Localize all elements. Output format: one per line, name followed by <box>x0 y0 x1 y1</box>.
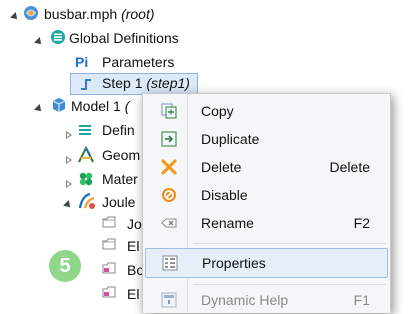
step-label: Step 1 <box>102 75 143 91</box>
root-suffix: (root) <box>121 6 155 22</box>
global-definitions-icon <box>51 30 65 44</box>
disable-label: Disable <box>201 187 248 203</box>
materials-icon <box>79 172 93 186</box>
parameters-icon: Pi <box>75 54 89 70</box>
delete-icon <box>161 159 177 175</box>
menu-separator <box>193 284 386 285</box>
root-label: busbar.mph <box>44 6 118 22</box>
tree-node-joule-heating[interactable]: Joule <box>102 191 135 213</box>
collapse-arrow-icon[interactable] <box>66 156 72 164</box>
materials-label: Mater <box>102 171 138 187</box>
menu-item-duplicate[interactable]: Duplicate <box>143 125 390 153</box>
duplicate-label: Duplicate <box>201 131 260 147</box>
properties-icon <box>162 255 178 271</box>
child-1-label: Jo <box>127 216 142 232</box>
definitions-icon <box>79 125 91 135</box>
disable-icon <box>162 188 176 202</box>
tree-node-model1[interactable]: Model 1 ( <box>71 95 129 117</box>
step-suffix: (step1) <box>146 75 190 91</box>
tree-node-root[interactable]: busbar.mph (root) <box>44 3 155 25</box>
comsol-file-icon <box>24 6 38 20</box>
expand-arrow-icon[interactable] <box>10 12 20 22</box>
menu-item-copy[interactable]: Copy <box>143 97 390 125</box>
delete-label: Delete <box>201 159 242 175</box>
collapse-arrow-icon[interactable] <box>66 180 72 188</box>
child-4-label: El <box>127 286 140 302</box>
definitions-label: Defin <box>102 122 135 138</box>
tree-node-joule-child-1[interactable]: Jo <box>127 213 142 235</box>
model-suffix: ( <box>124 98 130 114</box>
geometry-icon <box>78 145 94 163</box>
joule-label: Joule <box>102 194 136 210</box>
copy-label: Copy <box>201 103 234 119</box>
menu-item-delete[interactable]: Delete Delete <box>143 153 390 181</box>
tree-node-definitions[interactable]: Defin <box>102 119 135 141</box>
joule-heating-icon <box>78 192 95 209</box>
tree-node-global-definitions[interactable]: Global Definitions <box>69 27 179 49</box>
geometry-label: Geom <box>102 147 141 163</box>
expand-arrow-icon[interactable] <box>34 104 44 114</box>
tree-node-geometry[interactable]: Geom <box>102 144 140 166</box>
step-number-badge: 5 <box>49 250 81 282</box>
help-icon <box>161 292 177 308</box>
expand-arrow-icon[interactable] <box>63 200 73 210</box>
tree-node-joule-child-4[interactable]: El <box>127 283 139 305</box>
domain-node-icon <box>102 216 116 228</box>
boundary-node-icon <box>102 262 116 274</box>
collapse-arrow-icon[interactable] <box>66 131 72 139</box>
menu-item-rename[interactable]: Rename F2 <box>143 209 390 237</box>
rename-label: Rename <box>201 215 254 231</box>
menu-item-disable[interactable]: Disable <box>143 181 390 209</box>
parameters-label: Parameters <box>102 54 175 70</box>
child-2-label: El <box>127 238 140 254</box>
menu-separator <box>193 243 386 244</box>
model-icon <box>52 98 66 112</box>
expand-arrow-icon[interactable] <box>34 37 44 47</box>
domain-node-icon <box>102 238 116 250</box>
properties-label: Properties <box>202 255 266 271</box>
tree-node-parameters[interactable]: Parameters <box>102 51 174 73</box>
tree-node-materials[interactable]: Mater <box>102 168 138 190</box>
menu-item-dynamic-help[interactable]: Dynamic Help F1 <box>143 286 390 314</box>
tree-node-step1[interactable]: Step 1 (step1) <box>102 72 190 94</box>
tree-node-joule-child-2[interactable]: El <box>127 235 139 257</box>
rename-icon <box>161 218 177 228</box>
model-label: Model 1 <box>71 98 121 114</box>
context-menu: Copy Duplicate Delete Delete Disable Ren… <box>142 93 391 313</box>
copy-icon <box>161 103 177 119</box>
delete-shortcut: Delete <box>329 159 370 175</box>
rename-shortcut: F2 <box>353 215 370 231</box>
boundary-node-icon <box>102 286 116 298</box>
dynamic-help-shortcut: F1 <box>353 292 370 308</box>
global-definitions-label: Global Definitions <box>69 30 179 46</box>
dynamic-help-label: Dynamic Help <box>201 292 289 308</box>
duplicate-icon <box>161 131 177 147</box>
step-function-icon <box>81 79 91 90</box>
menu-item-properties[interactable]: Properties <box>145 248 388 278</box>
